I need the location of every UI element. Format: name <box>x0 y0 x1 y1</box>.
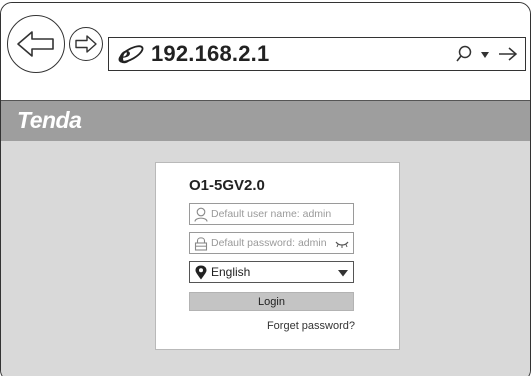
forget-password-link[interactable]: Forget password? <box>267 320 355 332</box>
user-icon <box>194 207 208 222</box>
brand-header: Tenda <box>1 101 530 141</box>
password-input[interactable] <box>211 235 329 251</box>
url-text[interactable]: 192.168.2.1 <box>151 41 269 67</box>
search-icon[interactable] <box>455 45 473 63</box>
hide-password-icon[interactable] <box>335 240 349 248</box>
dropdown-arrow-icon[interactable] <box>480 51 490 59</box>
language-select[interactable]: English <box>189 261 354 283</box>
browser-window: e 192.168.2.1 Tenda O1-5GV2.0 Default us… <box>0 2 531 376</box>
location-pin-icon <box>195 265 207 280</box>
username-field[interactable] <box>189 203 354 225</box>
login-panel: O1-5GV2.0 Default user name: admin Engli… <box>155 162 400 350</box>
login-button[interactable]: Login <box>189 292 354 311</box>
language-value: English <box>211 265 251 279</box>
back-button[interactable] <box>7 15 65 73</box>
page-content: O1-5GV2.0 Default user name: admin Engli… <box>1 141 530 376</box>
forward-arrow-icon <box>75 35 97 53</box>
svg-text:e: e <box>119 41 131 67</box>
internet-explorer-icon: e <box>118 41 144 67</box>
password-field[interactable] <box>189 232 354 254</box>
forward-button[interactable] <box>69 27 103 61</box>
browser-toolbar: e 192.168.2.1 <box>1 3 530 101</box>
back-arrow-icon <box>17 31 54 57</box>
tenda-logo: Tenda <box>17 107 82 133</box>
address-bar[interactable]: e 192.168.2.1 <box>108 37 526 71</box>
lock-icon <box>194 237 208 251</box>
username-input[interactable] <box>211 206 341 222</box>
chevron-down-icon <box>338 270 348 277</box>
go-arrow-icon[interactable] <box>498 46 518 62</box>
model-name: O1-5GV2.0 <box>189 177 265 194</box>
